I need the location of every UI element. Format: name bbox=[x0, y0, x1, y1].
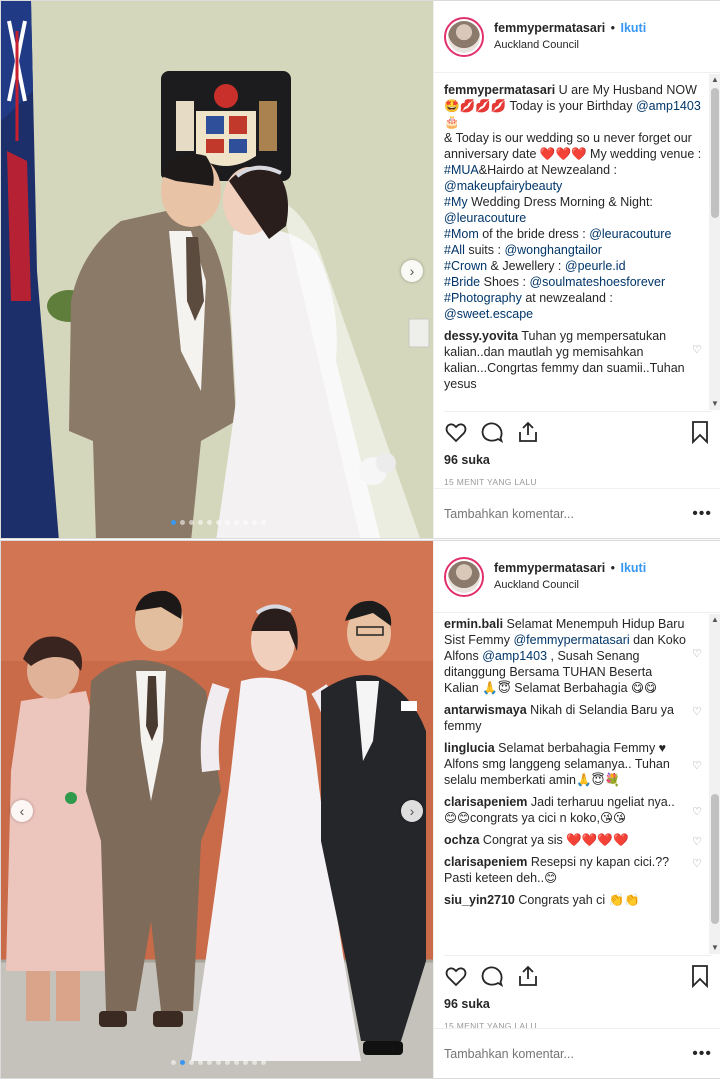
timestamp[interactable]: 15 MENIT YANG LALU bbox=[444, 477, 712, 487]
comment-username[interactable]: linglucia bbox=[444, 741, 495, 755]
mention-link[interactable]: @wonghangtailor bbox=[504, 243, 601, 257]
follow-button[interactable]: Ikuti bbox=[621, 21, 647, 35]
mention-link[interactable]: @leuracouture bbox=[444, 211, 526, 225]
hashtag-link[interactable]: #Photography bbox=[444, 291, 522, 305]
more-options-icon[interactable]: ••• bbox=[692, 1045, 712, 1063]
next-photo-button[interactable]: › bbox=[401, 800, 423, 822]
caption-username[interactable]: femmypermatasari bbox=[444, 83, 555, 97]
caption-text: & Today is our wedding so u never forget… bbox=[444, 131, 702, 161]
mention-link[interactable]: @femmypermatasari bbox=[513, 633, 629, 647]
likes-count[interactable]: 96 suka bbox=[444, 453, 712, 467]
avatar[interactable] bbox=[444, 556, 484, 597]
post-photo-1[interactable]: › bbox=[1, 1, 433, 538]
likes-count[interactable]: 96 suka bbox=[444, 997, 712, 1011]
caption-text: at newzealand : bbox=[521, 291, 613, 305]
like-comment-icon[interactable]: ♡ bbox=[692, 856, 704, 870]
bookmark-icon[interactable] bbox=[688, 420, 712, 444]
comment-username[interactable]: clarisapeniem bbox=[444, 855, 527, 869]
mention-link[interactable]: @makeupfairybeauty bbox=[444, 179, 562, 193]
caption-text: of the bride dress : bbox=[478, 227, 590, 241]
hashtag-link[interactable]: #Mom bbox=[444, 227, 479, 241]
caption-text: Shoes : bbox=[480, 275, 530, 289]
comment-username[interactable]: antarwismaya bbox=[444, 703, 527, 717]
mention-link[interactable]: @leuracouture bbox=[589, 227, 671, 241]
comment-item: dessy.yovita Tuhan yg mempersatukan kali… bbox=[444, 328, 704, 392]
wedding-photo-kiss bbox=[1, 1, 433, 538]
location-link[interactable]: Auckland Council bbox=[494, 577, 646, 593]
action-bar: 96 suka 15 MENIT YANG LALU bbox=[434, 955, 720, 1031]
mention-link[interactable]: @peurle.id bbox=[565, 259, 626, 273]
like-comment-icon[interactable]: ♡ bbox=[692, 834, 704, 848]
like-comment-icon[interactable]: ♡ bbox=[692, 804, 704, 818]
comment-username[interactable]: ermin.bali bbox=[444, 617, 503, 631]
username[interactable]: femmypermatasari bbox=[494, 21, 605, 35]
caption-text: &Hairdo at Newzealand : bbox=[478, 163, 618, 177]
share-icon[interactable] bbox=[516, 964, 540, 988]
mention-link[interactable]: @amp1403 bbox=[482, 649, 547, 663]
caption-text: suits : bbox=[464, 243, 505, 257]
post-header: femmypermatasari • Ikuti Auckland Counci… bbox=[434, 1, 720, 73]
like-comment-icon[interactable]: ♡ bbox=[692, 342, 704, 356]
comments-list: ermin.bali Selamat Menempuh Hidup Baru S… bbox=[434, 614, 720, 954]
add-comment-input[interactable] bbox=[444, 506, 693, 521]
hashtag-link[interactable]: #Crown bbox=[444, 259, 487, 273]
add-comment-bar: ••• bbox=[434, 488, 720, 538]
wedding-family-photo bbox=[1, 541, 433, 1078]
caption: femmypermatasari U are My Husband NOW 🤩💋… bbox=[444, 82, 704, 322]
post-header: femmypermatasari • Ikuti Auckland Counci… bbox=[434, 541, 720, 613]
caption-text: 🎂 bbox=[444, 115, 460, 129]
comment-item: linglucia Selamat berbahagia Femmy ♥ Alf… bbox=[444, 740, 704, 788]
hashtag-link[interactable]: #All bbox=[444, 243, 465, 257]
like-comment-icon[interactable]: ♡ bbox=[692, 646, 704, 660]
hashtag-link[interactable]: #My bbox=[444, 195, 468, 209]
comment-item: antarwismaya Nikah di Selandia Baru ya f… bbox=[444, 702, 704, 734]
mention-link[interactable]: @soulmateshoesforever bbox=[529, 275, 665, 289]
post-1: › femmypermatasari • Ikuti Auckland Coun… bbox=[0, 0, 720, 539]
heart-icon[interactable] bbox=[444, 420, 468, 444]
comment-username[interactable]: dessy.yovita bbox=[444, 329, 518, 343]
comment-username[interactable]: ochza bbox=[444, 833, 479, 847]
comment-item: clarisapeniem Jadi terharuu ngeliat nya.… bbox=[444, 794, 704, 826]
caption-text: Wedding Dress Morning & Night: bbox=[467, 195, 653, 209]
caption-text: & Jewellery : bbox=[487, 259, 565, 273]
location-link[interactable]: Auckland Council bbox=[494, 37, 646, 53]
mention-link[interactable]: @sweet.escape bbox=[444, 307, 533, 321]
share-icon[interactable] bbox=[516, 420, 540, 444]
next-photo-button[interactable]: › bbox=[401, 260, 423, 282]
add-comment-input[interactable] bbox=[444, 1046, 693, 1061]
comment-text: Congrat ya sis ❤️❤️❤️❤️ bbox=[479, 833, 629, 847]
more-options-icon[interactable]: ••• bbox=[692, 505, 712, 523]
comment-icon[interactable] bbox=[480, 964, 504, 988]
hashtag-link[interactable]: #MUA bbox=[444, 163, 479, 177]
action-bar: 96 suka 15 MENIT YANG LALU bbox=[434, 411, 720, 487]
add-comment-bar: ••• bbox=[434, 1028, 720, 1078]
comment-username[interactable]: clarisapeniem bbox=[444, 795, 527, 809]
comment-item: siu_yin2710 Congrats yah ci 👏👏 bbox=[444, 892, 704, 908]
comment-icon[interactable] bbox=[480, 420, 504, 444]
comment-item: clarisapeniem Resepsi ny kapan cici.?? P… bbox=[444, 854, 704, 886]
heart-icon[interactable] bbox=[444, 964, 468, 988]
like-comment-icon[interactable]: ♡ bbox=[692, 704, 704, 718]
post-2: ‹ › femmypermatasari • Ikuti Auckland Co… bbox=[0, 540, 720, 1079]
avatar[interactable] bbox=[444, 16, 484, 57]
like-comment-icon[interactable]: ♡ bbox=[692, 758, 704, 772]
follow-button[interactable]: Ikuti bbox=[621, 561, 647, 575]
post-panel-2: femmypermatasari • Ikuti Auckland Counci… bbox=[433, 541, 720, 1078]
comments-list: femmypermatasari U are My Husband NOW 🤩💋… bbox=[434, 74, 720, 410]
comments-scrollbar[interactable]: ▲ ▼ bbox=[709, 74, 720, 410]
comment-username[interactable]: siu_yin2710 bbox=[444, 893, 515, 907]
carousel-dots bbox=[171, 1060, 266, 1065]
comment-item: ermin.bali Selamat Menempuh Hidup Baru S… bbox=[444, 616, 704, 696]
post-panel-1: femmypermatasari • Ikuti Auckland Counci… bbox=[433, 1, 720, 538]
comments-scrollbar[interactable]: ▲ ▼ bbox=[709, 614, 720, 954]
mention-link[interactable]: @amp1403 bbox=[636, 99, 701, 113]
comment-item: ochza Congrat ya sis ❤️❤️❤️❤️ ♡ bbox=[444, 832, 704, 848]
comment-text: Congrats yah ci 👏👏 bbox=[514, 893, 640, 907]
carousel-dots bbox=[171, 520, 266, 525]
bookmark-icon[interactable] bbox=[688, 964, 712, 988]
username[interactable]: femmypermatasari bbox=[494, 561, 605, 575]
prev-photo-button[interactable]: ‹ bbox=[11, 800, 33, 822]
hashtag-link[interactable]: #Bride bbox=[444, 275, 480, 289]
post-photo-2[interactable]: ‹ › bbox=[1, 541, 433, 1078]
